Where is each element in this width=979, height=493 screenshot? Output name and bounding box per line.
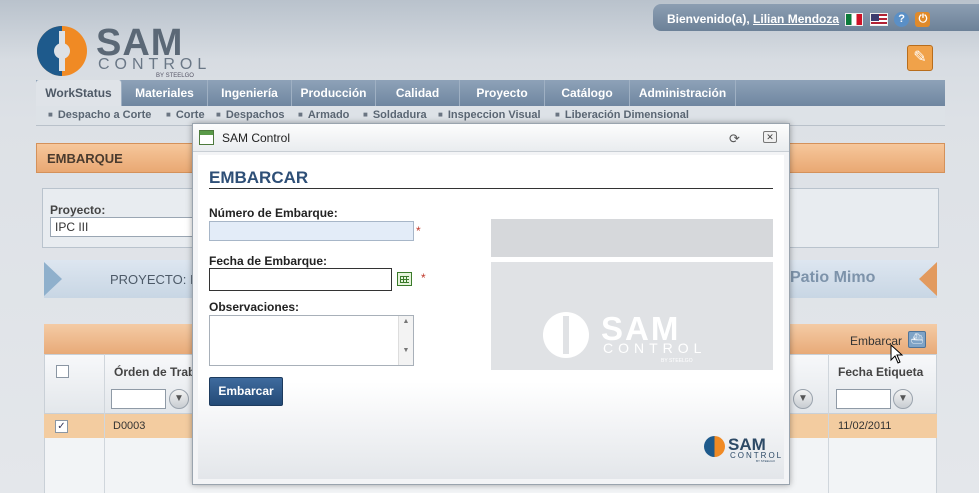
- subnav-inspeccion-visual[interactable]: Inspeccion Visual: [438, 109, 541, 121]
- subnav-liberacion-dimensional[interactable]: Liberación Dimensional: [555, 109, 689, 121]
- filter-icon[interactable]: ▼: [893, 389, 913, 409]
- fecha-embarque-label: Fecha de Embarque:: [209, 254, 328, 268]
- tab-produccion[interactable]: Producción: [292, 80, 376, 106]
- col-orden-trabajo[interactable]: Órden de Trab: [114, 365, 195, 379]
- logo-mark-icon: [37, 26, 87, 76]
- welcome-bar: Bienvenido(a), Lilian Mendoza ? ⏻: [653, 4, 979, 31]
- subnav-despachos[interactable]: Despachos: [216, 109, 285, 121]
- row-checkbox[interactable]: ✓: [55, 420, 68, 433]
- cell-fecha: 11/02/2011: [838, 420, 892, 432]
- logo-subtext: CONTROL: [98, 56, 212, 73]
- footer-logo-by: BY STEELGO: [756, 459, 775, 463]
- form-divider: [209, 188, 773, 189]
- tab-catalogo[interactable]: Catálogo: [545, 80, 630, 106]
- refresh-icon[interactable]: ⟳: [729, 131, 740, 147]
- grid-divider: [104, 354, 105, 493]
- subnav-corte[interactable]: Corte: [166, 109, 205, 121]
- banner-right-arrow-icon[interactable]: [919, 262, 937, 296]
- logo-mark-icon: [704, 436, 725, 457]
- tab-materiales[interactable]: Materiales: [122, 80, 208, 106]
- window-doc-icon: [199, 130, 214, 145]
- main-nav: WorkStatus Materiales Ingeniería Producc…: [36, 80, 945, 106]
- project-label: Proyecto:: [50, 203, 106, 217]
- tab-calidad[interactable]: Calidad: [376, 80, 460, 106]
- required-mark: *: [421, 271, 426, 285]
- observaciones-textarea[interactable]: [209, 315, 414, 366]
- tab-workstatus[interactable]: WorkStatus: [36, 80, 122, 106]
- cell-orden: D0003: [113, 420, 146, 432]
- edit-icon[interactable]: ✎: [907, 45, 933, 71]
- required-mark: *: [416, 224, 421, 238]
- project-select[interactable]: IPC III: [50, 217, 200, 237]
- grid-divider: [828, 354, 829, 493]
- select-all-checkbox[interactable]: [56, 365, 69, 378]
- tab-ingenieria[interactable]: Ingeniería: [208, 80, 292, 106]
- sam-control-logo: SAM CONTROL BY STEELGO: [36, 22, 216, 80]
- subnav-soldadura[interactable]: Soldadura: [363, 109, 427, 121]
- preview-header-panel: [491, 219, 773, 257]
- subnav-armado[interactable]: Armado: [298, 109, 350, 121]
- welcome-text: Bienvenido(a),: [667, 12, 750, 26]
- close-icon[interactable]: ✕: [763, 131, 777, 143]
- user-name-link[interactable]: Lilian Mendoza: [753, 12, 839, 26]
- col-fecha-etiqueta[interactable]: Fecha Etiqueta: [838, 365, 923, 379]
- filter-icon[interactable]: ▼: [793, 389, 813, 409]
- filter-icon[interactable]: ▼: [169, 389, 189, 409]
- ship-icon[interactable]: ⛴: [908, 331, 926, 348]
- numero-embarque-input[interactable]: [209, 221, 414, 241]
- flag-usa-icon[interactable]: [869, 13, 888, 27]
- banner-project-text: PROYECTO: IP: [110, 272, 203, 287]
- logo-by: BY STEELGO: [156, 73, 194, 79]
- filter-fecha-input[interactable]: [836, 389, 891, 409]
- numero-embarque-label: Número de Embarque:: [209, 206, 338, 220]
- help-icon[interactable]: ?: [894, 12, 910, 28]
- embarcar-button[interactable]: Embarcar: [209, 377, 283, 406]
- logo-mark-icon: [543, 312, 589, 358]
- form-title: EMBARCAR: [209, 168, 309, 187]
- tab-administracion[interactable]: Administración: [630, 80, 736, 106]
- mouse-cursor-icon: [890, 344, 904, 364]
- watermark-logo-by: BY STEELGO: [661, 358, 693, 364]
- fecha-embarque-input[interactable]: [209, 268, 392, 291]
- banner-left-arrow-icon[interactable]: [44, 262, 62, 296]
- filter-orden-input[interactable]: [111, 389, 166, 409]
- sam-control-watermark-logo: SAM CONTROL BY STEELGO: [543, 310, 728, 372]
- power-icon[interactable]: ⏻: [915, 12, 931, 28]
- calendar-icon[interactable]: [397, 272, 412, 286]
- textarea-scrollbar[interactable]: ▲ ▼: [398, 316, 413, 365]
- banner-patio-text: Patio Mimo: [790, 269, 876, 286]
- watermark-logo-subtext: CONTROL: [603, 340, 707, 356]
- observaciones-label: Observaciones:: [209, 300, 300, 314]
- sam-control-footer-logo: SAM CONTROL BY STEELGO: [704, 435, 781, 464]
- modal-title: SAM Control: [222, 131, 291, 145]
- flag-mexico-icon[interactable]: [845, 13, 864, 27]
- subnav-despacho-corte[interactable]: Despacho a Corte: [48, 109, 152, 121]
- tab-proyecto[interactable]: Proyecto: [460, 80, 545, 106]
